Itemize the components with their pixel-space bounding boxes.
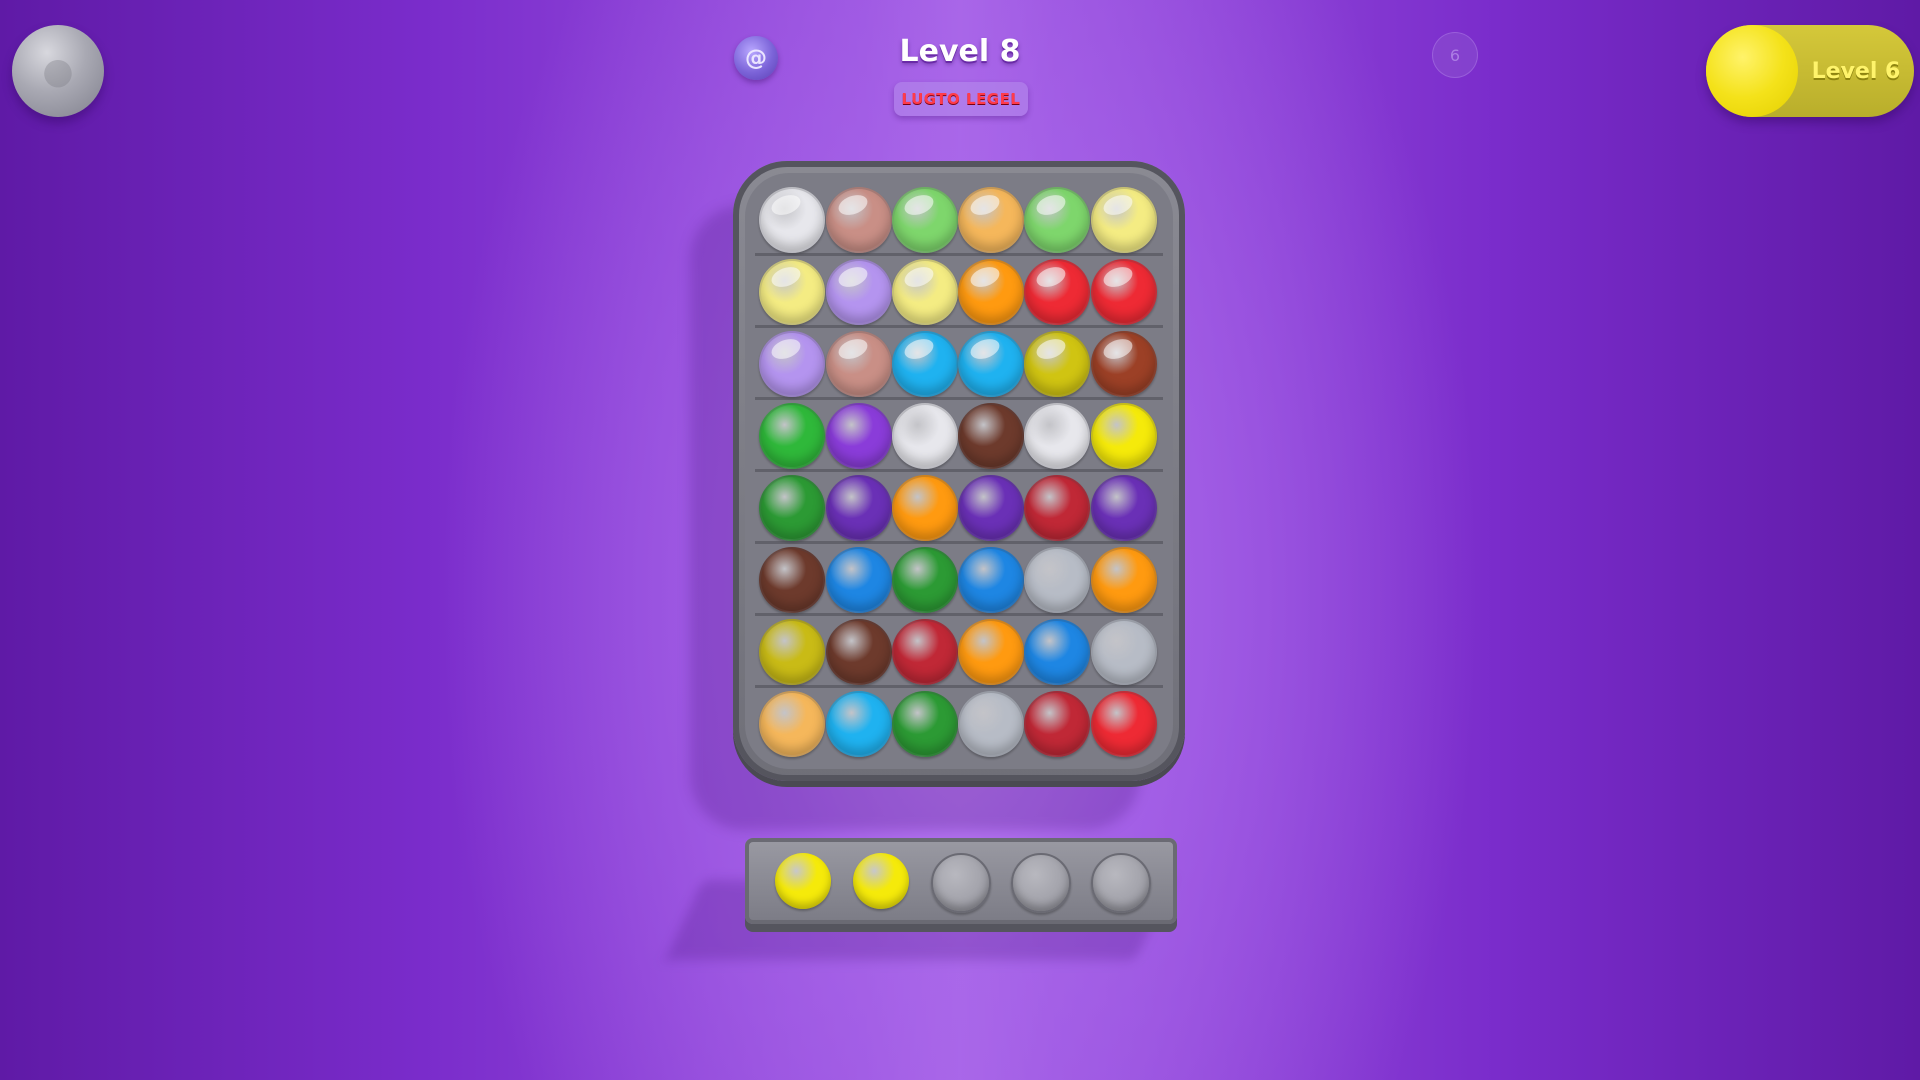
bubble-lightgreen[interactable]	[892, 187, 958, 253]
bubble-blue[interactable]	[958, 547, 1024, 613]
bubble-darkgreen[interactable]	[892, 691, 958, 757]
level-progress-toggle[interactable]: Level 6	[1706, 25, 1914, 117]
bubble-white[interactable]	[1024, 403, 1090, 469]
level-title: Level 8	[899, 34, 1021, 69]
bubble-lavender[interactable]	[826, 259, 892, 325]
bubble-peach[interactable]	[826, 331, 892, 397]
menu-button[interactable]: ●	[12, 25, 104, 117]
bubble-lightyellow[interactable]	[892, 259, 958, 325]
bubble-darkred[interactable]	[1024, 475, 1090, 541]
bubble-orange[interactable]	[1091, 547, 1157, 613]
bubble-white[interactable]	[759, 187, 825, 253]
swirl-icon[interactable]: @	[734, 36, 778, 80]
bubble-brown[interactable]	[759, 547, 825, 613]
bubble-orange[interactable]	[892, 475, 958, 541]
pop-it-board	[733, 161, 1185, 781]
board-row-divider	[755, 253, 1163, 256]
progress-knob	[1706, 25, 1798, 117]
bubble-rust[interactable]	[1091, 331, 1157, 397]
bubble-cyan[interactable]	[958, 331, 1024, 397]
bubble-silver[interactable]	[1024, 547, 1090, 613]
bubble-brown[interactable]	[826, 619, 892, 685]
bubble-olive[interactable]	[1024, 331, 1090, 397]
bubble-silver[interactable]	[958, 691, 1024, 757]
bubble-red[interactable]	[1024, 259, 1090, 325]
bubble-green[interactable]	[759, 403, 825, 469]
lock-icon-label: 6	[1449, 45, 1461, 65]
bubble-lightyellow[interactable]	[1091, 187, 1157, 253]
bubble-cyan[interactable]	[892, 331, 958, 397]
board-row-divider	[755, 685, 1163, 688]
bubble-red[interactable]	[1091, 259, 1157, 325]
bubble-purple[interactable]	[826, 403, 892, 469]
bubble-lightorange[interactable]	[759, 691, 825, 757]
round-button-icon: ●	[42, 50, 74, 92]
bubble-darkred[interactable]	[892, 619, 958, 685]
bubble-lightgreen[interactable]	[1024, 187, 1090, 253]
tray-slot-empty	[1011, 853, 1071, 913]
lock-icon[interactable]: 6	[1432, 32, 1478, 78]
bubble-yellow[interactable]	[1091, 403, 1157, 469]
bubble-lavender[interactable]	[759, 331, 825, 397]
bubble-orange[interactable]	[958, 619, 1024, 685]
bubble-lightyellow[interactable]	[759, 259, 825, 325]
tray-bubble-yellow	[853, 853, 909, 909]
bubble-red[interactable]	[1091, 691, 1157, 757]
tray-slot-empty	[931, 853, 991, 913]
bubble-darkpurple[interactable]	[826, 475, 892, 541]
bubble-white[interactable]	[892, 403, 958, 469]
collection-tray	[745, 838, 1177, 924]
bubble-darkgreen[interactable]	[759, 475, 825, 541]
tray-slot-empty	[1091, 853, 1151, 913]
bubble-cyan[interactable]	[826, 691, 892, 757]
board-row-divider	[755, 325, 1163, 328]
level-badge: LUGTO LEGEL	[894, 82, 1028, 116]
board-row-divider	[755, 613, 1163, 616]
tray-bubble-yellow	[775, 853, 831, 909]
bubble-darkred[interactable]	[1024, 691, 1090, 757]
bubble-blue[interactable]	[1024, 619, 1090, 685]
bubble-darkpurple[interactable]	[1091, 475, 1157, 541]
bubble-lightorange[interactable]	[958, 187, 1024, 253]
bubble-darkpurple[interactable]	[958, 475, 1024, 541]
bubble-mustard[interactable]	[759, 619, 825, 685]
bubble-darkgreen[interactable]	[892, 547, 958, 613]
bubble-silver[interactable]	[1091, 619, 1157, 685]
board-row-divider	[755, 397, 1163, 400]
bubble-blue[interactable]	[826, 547, 892, 613]
progress-label: Level 6	[1811, 58, 1901, 84]
board-grid	[745, 173, 1173, 769]
bubble-brown[interactable]	[958, 403, 1024, 469]
bubble-orange[interactable]	[958, 259, 1024, 325]
board-row-divider	[755, 541, 1163, 544]
bubble-peach[interactable]	[826, 187, 892, 253]
board-row-divider	[755, 469, 1163, 472]
